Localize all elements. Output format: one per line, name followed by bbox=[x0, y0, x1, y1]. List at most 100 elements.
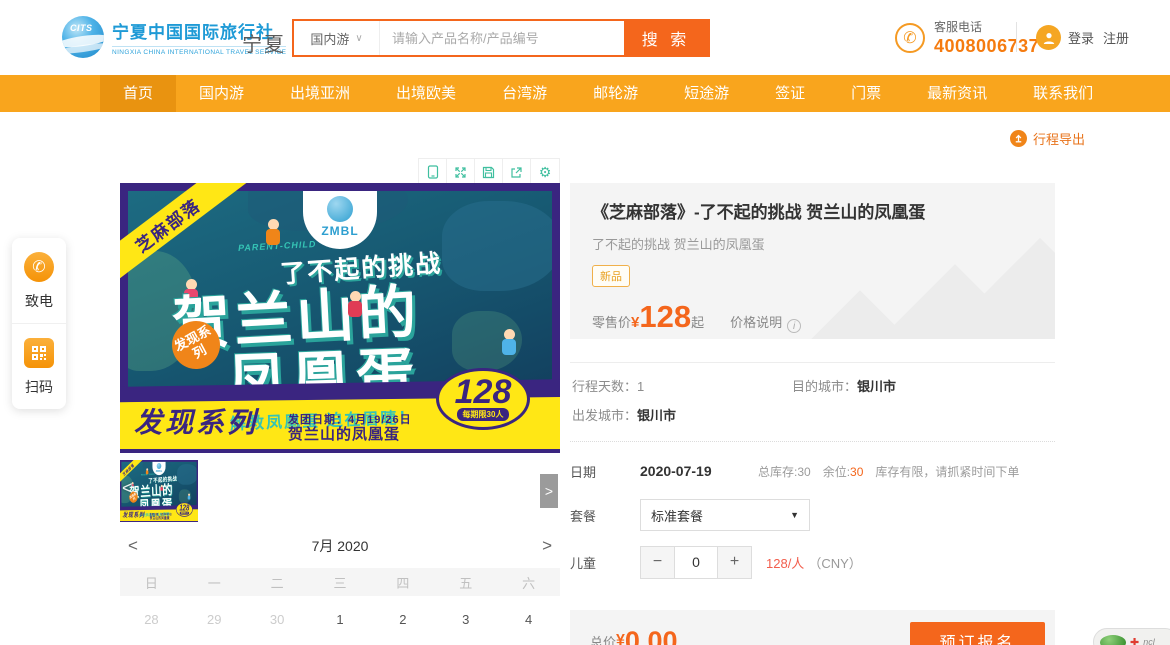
nav-item-short-trip[interactable]: 短途游 bbox=[661, 75, 752, 112]
calendar-dates: 28 29 30 1 2 3 4 bbox=[120, 602, 560, 636]
book-button[interactable]: 预订报名 bbox=[910, 622, 1045, 645]
service-number: 4008006737 bbox=[934, 36, 1039, 57]
price-note[interactable]: 价格说明i bbox=[730, 312, 801, 333]
scan-button[interactable]: 扫码 bbox=[12, 323, 66, 409]
poster-limit: 每期限30人 bbox=[180, 512, 189, 515]
plus-button[interactable]: + bbox=[718, 547, 751, 578]
price-label: 零售价 bbox=[592, 312, 631, 331]
nav-item-tickets[interactable]: 门票 bbox=[828, 75, 904, 112]
search-category-select[interactable]: 国内游 ∨ bbox=[294, 21, 380, 55]
poster-slogan1: 找到神器 破球封印 bbox=[140, 506, 165, 512]
header-divider bbox=[1016, 22, 1017, 52]
destination-value: 银川市 bbox=[857, 379, 896, 394]
poster-price: 128 bbox=[179, 505, 189, 512]
calendar-title: 7月 2020 bbox=[312, 536, 369, 556]
calendar-day[interactable]: 30 bbox=[246, 612, 309, 627]
calendar-prev-icon[interactable]: < bbox=[128, 536, 138, 556]
weekday: 五 bbox=[434, 573, 497, 592]
poster-title-line1: 贺兰山的 bbox=[129, 479, 174, 501]
nav-item-europe-america[interactable]: 出境欧美 bbox=[373, 75, 479, 112]
total-panel: 总价¥0.00 预订报名 bbox=[570, 610, 1055, 645]
nav-item-contact[interactable]: 联系我们 bbox=[1010, 75, 1116, 112]
stock-note: 库存有限，请抓紧时间下单 bbox=[875, 463, 1019, 480]
poster-price: 128 bbox=[455, 377, 512, 407]
nav-item-domestic[interactable]: 国内游 bbox=[176, 75, 267, 112]
calendar-day[interactable]: 3 bbox=[434, 612, 497, 627]
decor-kid bbox=[146, 468, 148, 474]
weekday: 日 bbox=[120, 573, 183, 592]
register-link[interactable]: 注册 bbox=[1103, 28, 1129, 47]
gallery-toolbar: ⚙ bbox=[418, 158, 560, 186]
calendar-day[interactable]: 28 bbox=[120, 612, 183, 627]
user-icon bbox=[1036, 25, 1061, 50]
nav-item-visa[interactable]: 签证 bbox=[752, 75, 828, 112]
page: CITS 宁夏中国国际旅行社 NINGXIA CHINA INTERNATION… bbox=[0, 0, 1170, 645]
child-row: 儿童 − 0 + 128/人 （CNY） bbox=[570, 542, 1055, 582]
call-phone-icon: ✆ bbox=[24, 252, 54, 282]
logo-text: CITS bbox=[70, 23, 93, 33]
fullscreen-icon[interactable] bbox=[447, 159, 475, 185]
nav-item-home[interactable]: 首页 bbox=[100, 75, 176, 112]
quantity-value[interactable]: 0 bbox=[674, 547, 718, 578]
price-row: 零售价¥128起 价格说明i bbox=[592, 303, 1033, 333]
total-value: 0.00 bbox=[625, 626, 678, 645]
scan-label: 扫码 bbox=[25, 377, 53, 397]
poster-logo-icon bbox=[327, 196, 353, 222]
calendar-day[interactable]: 1 bbox=[309, 612, 372, 627]
calendar-day[interactable]: 29 bbox=[183, 612, 246, 627]
nav-item-news[interactable]: 最新资讯 bbox=[904, 75, 1010, 112]
save-icon[interactable] bbox=[475, 159, 503, 185]
qr-code-icon bbox=[24, 338, 54, 368]
thumbnail-next-button[interactable]: > bbox=[540, 474, 558, 508]
new-product-badge: 新品 bbox=[592, 265, 630, 287]
globe-logo-icon: CITS bbox=[62, 16, 104, 58]
poster-logo-icon bbox=[157, 463, 162, 469]
share-icon[interactable] bbox=[503, 159, 531, 185]
search-input[interactable] bbox=[380, 21, 624, 55]
calendar-day[interactable]: 2 bbox=[371, 612, 434, 627]
poster-price-circle: 128 每期限30人 bbox=[436, 368, 530, 430]
product-image[interactable]: 芝麻部落 ZMBL PARENT-CHILD 了不起的挑战 贺兰山的 凤凰蛋 发… bbox=[120, 183, 560, 453]
calendar-day[interactable]: 4 bbox=[497, 612, 560, 627]
poster-title-line2: 凤凰蛋 bbox=[139, 493, 174, 514]
calendar-next-icon[interactable]: > bbox=[542, 536, 552, 556]
header: CITS 宁夏中国国际旅行社 NINGXIA CHINA INTERNATION… bbox=[0, 0, 1170, 75]
poster-logo-badge: ZMBL bbox=[152, 462, 165, 475]
calendar: < 7月 2020 > 日 一 二 三 四 五 六 28 29 30 1 2 3… bbox=[120, 528, 560, 636]
select-arrow-icon: ▼ bbox=[790, 510, 799, 520]
package-row: 套餐 标准套餐 ▼ bbox=[570, 494, 1055, 536]
call-button[interactable]: ✆ 致电 bbox=[12, 238, 66, 323]
thumbnail-prev-icon[interactable]: < bbox=[122, 478, 133, 499]
chevron-down-icon: ∨ bbox=[355, 33, 362, 44]
date-value[interactable]: 2020-07-19 bbox=[640, 463, 758, 479]
nav-item-asia[interactable]: 出境亚洲 bbox=[267, 75, 373, 112]
live-chat-widget[interactable]: ✚ ncl bbox=[1093, 628, 1170, 645]
calendar-header: < 7月 2020 > bbox=[120, 528, 560, 564]
service-label: 客服电话 bbox=[934, 18, 1039, 35]
nav-item-taiwan[interactable]: 台湾游 bbox=[479, 75, 570, 112]
login-link[interactable]: 登录 bbox=[1068, 28, 1094, 47]
days-label: 行程天数： bbox=[572, 379, 637, 394]
days-value: 1 bbox=[637, 379, 644, 394]
total-stock: 总库存:30 bbox=[758, 463, 811, 480]
decor-kid bbox=[266, 219, 280, 245]
poster-bottom-series: 发现系列 bbox=[134, 401, 258, 441]
region-label: 宁夏 bbox=[242, 28, 286, 57]
poster-parent-child-text: PARENT-CHILD bbox=[141, 473, 155, 476]
settings-gear-icon[interactable]: ⚙ bbox=[531, 159, 559, 185]
search-button[interactable]: 搜 索 bbox=[624, 21, 708, 55]
itinerary-export-button[interactable]: 行程导出 bbox=[1010, 129, 1085, 148]
poster-tagline: 了不起的挑战 bbox=[148, 474, 177, 485]
total-currency: ¥ bbox=[616, 632, 625, 645]
minus-button[interactable]: − bbox=[641, 547, 674, 578]
search-bar: 国内游 ∨ 搜 索 bbox=[292, 19, 710, 57]
main-nav: 首页 国内游 出境亚洲 出境欧美 台湾游 邮轮游 短途游 签证 门票 最新资讯 … bbox=[0, 75, 1170, 112]
quantity-stepper: − 0 + bbox=[640, 546, 752, 579]
nav-item-cruise[interactable]: 邮轮游 bbox=[570, 75, 661, 112]
child-label: 儿童 bbox=[570, 553, 640, 572]
package-label: 套餐 bbox=[570, 506, 640, 525]
phone-icon: ✆ bbox=[895, 23, 925, 53]
mobile-preview-icon[interactable] bbox=[419, 159, 447, 185]
weekday: 四 bbox=[371, 573, 434, 592]
package-select[interactable]: 标准套餐 ▼ bbox=[640, 499, 810, 531]
